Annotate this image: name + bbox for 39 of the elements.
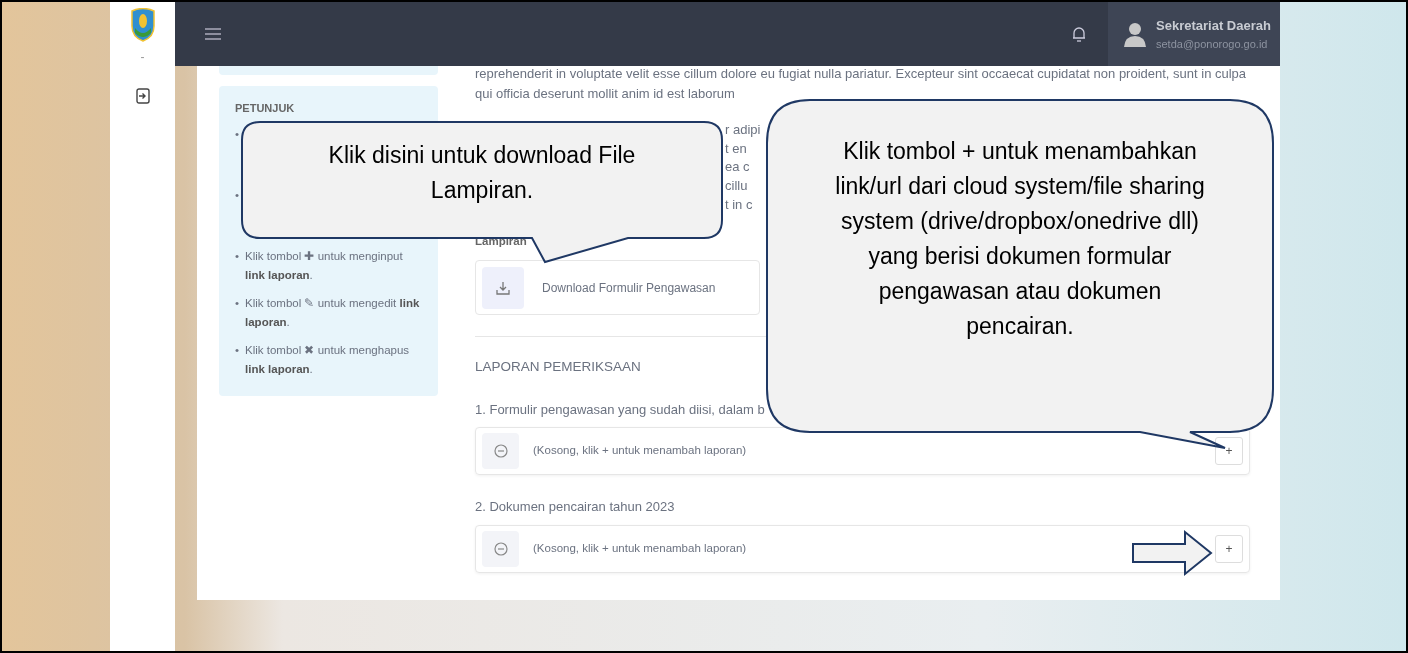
empty-text: (Kosong, klik + untuk menambah laporan) <box>533 540 747 556</box>
section-title: LAPORAN PEMERIKSAAN <box>475 358 642 377</box>
text-fragment: r adipi <box>725 121 761 139</box>
instruction-text: Klik tombol ✖ untuk menghapus link laporan. <box>245 342 411 377</box>
text-fragment: ea c <box>725 158 750 177</box>
item-label: 1. Formulir pengawasan yang sudah diisi, dalam b <box>475 400 766 419</box>
list-bullet: • <box>235 295 240 311</box>
add-button[interactable]: + <box>1215 534 1243 563</box>
minus-circle-icon <box>493 541 508 556</box>
panel-title: PETUNJUK <box>235 101 296 116</box>
download-text: Download Formulir Pengawasan <box>542 279 716 297</box>
user-name: Sekretariat Daerah <box>1156 17 1271 35</box>
list-bullet: • <box>235 342 240 358</box>
crest-logo-icon <box>129 8 156 42</box>
paragraph: reprehenderit in voluptate velit esse cillum dolore eu fugiat nulla pariatur. Excepteur sint occaecat cupidatat non proident, sunt in culpa qui officia deserunt mollit anim id est laborum <box>475 65 1248 103</box>
instruction-text: Klik tombol ✚ untuk menginput link laporan. <box>245 248 404 283</box>
user-menu[interactable]: Sekretariat Daerah setda@ponorogo.go.id <box>1108 2 1280 66</box>
sidebar-caption: - <box>140 49 145 66</box>
attachment-label: Lampiran <box>475 234 528 249</box>
empty-text: (Kosong, klik + untuk menambah laporan) <box>533 443 747 459</box>
user-email: setda@ponorogo.go.id <box>1156 36 1269 52</box>
user-avatar-icon <box>1124 21 1146 47</box>
minus-circle-icon <box>493 444 508 458</box>
download-link[interactable]: Download Formulir Pengawasan <box>475 260 760 316</box>
text-fragment: t in c <box>725 195 753 214</box>
menu-icon[interactable] <box>205 28 221 40</box>
item-label: 2. Dokumen pencairan tahun 2023 <box>475 498 676 516</box>
text-fragment: cillu <box>725 177 748 196</box>
list-bullet: • <box>235 126 240 142</box>
callout-tooltip-text: Klik disini untuk download File Lampiran. <box>327 141 637 205</box>
instruction-text: Klik tombol ✎ untuk mengedit link laporan. <box>245 295 421 330</box>
download-icon <box>496 280 510 295</box>
logout-icon[interactable] <box>135 88 150 104</box>
list-bullet: • <box>235 187 240 203</box>
text-fragment: t en <box>725 139 747 158</box>
callout-tooltip-text: Klik tombol + untuk menambahkan link/url dari cloud system/file sharing system (drive/dropbox/onedrive dll) yang berisi dokumen formular pengawasan atau dokumen pencairan. <box>834 137 1206 341</box>
notification-bell-icon[interactable] <box>1072 25 1086 43</box>
add-button[interactable]: + <box>1215 437 1243 465</box>
list-bullet: • <box>235 248 240 264</box>
